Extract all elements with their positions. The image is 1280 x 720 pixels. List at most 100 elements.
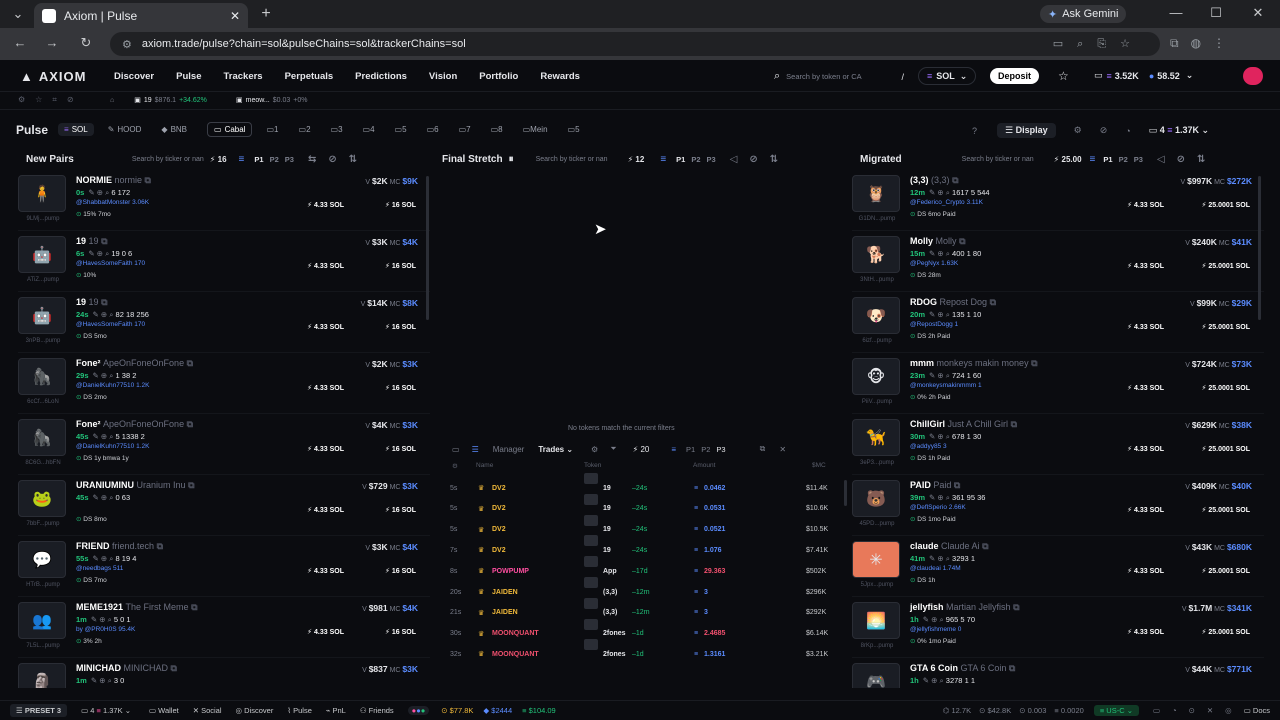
- filter-mein[interactable]: ▭ Mein: [517, 123, 554, 136]
- trade-token[interactable]: App: [603, 568, 617, 575]
- token-card[interactable]: 🤖 ATiZ...pump 19 19 ⧉ 6s ✎ ⊕ ⌕ 19 0 6 @HavesS…: [18, 231, 430, 292]
- trader-name[interactable]: MOONQUANT: [492, 630, 539, 637]
- quick-buy-button[interactable]: ⚡ 4.33 SOL: [1127, 506, 1164, 518]
- token-name[interactable]: NORMIE normie ⧉: [76, 175, 151, 186]
- nav-portfolio[interactable]: Portfolio: [479, 71, 518, 82]
- footer-discover[interactable]: ◎ Discover: [236, 706, 274, 715]
- token-image[interactable]: 🧍: [18, 175, 66, 212]
- trades-count[interactable]: ⚡ 20: [633, 445, 650, 454]
- quick-buy-2-button[interactable]: ⚡ 16 SOL: [385, 262, 416, 274]
- pause-icon[interactable]: ⏸: [509, 154, 514, 165]
- trade-token[interactable]: 19: [603, 485, 611, 492]
- page-p3[interactable]: P3: [285, 155, 294, 164]
- trader-name[interactable]: JAIDEN: [492, 609, 518, 616]
- token-card[interactable]: 🐸 7bbF...pump URANIUMINU Uranium Inu ⧉ 45s ✎…: [18, 475, 430, 536]
- token-image[interactable]: 🌅: [852, 602, 900, 639]
- quick-buy-2-button[interactable]: ⚡ 16 SOL: [385, 506, 416, 518]
- copy-icon[interactable]: ⧉: [157, 541, 163, 551]
- trade-row[interactable]: 5s ♛ DV2 19 – 24s ≡ 0.0462 $11.4K: [446, 473, 836, 498]
- preset-button[interactable]: ☰ PRESET 3: [10, 704, 68, 717]
- copy-icon[interactable]: ⧉: [954, 480, 960, 490]
- token-image[interactable]: 🎮: [852, 663, 900, 688]
- token-name[interactable]: claude Claude Ai ⧉: [910, 541, 989, 552]
- token-address[interactable]: 6cCf...6LoN: [18, 399, 68, 405]
- token-card[interactable]: 👥 7L5L...pump MEME1921 The First Meme ⧉ 1m ✎…: [18, 597, 430, 658]
- trade-token[interactable]: 2fones: [603, 630, 626, 637]
- watchlist-item-1[interactable]: ⌂ ▣ 19 $876.1 +34.62%: [110, 96, 207, 105]
- deposit-button[interactable]: Deposit: [990, 68, 1040, 84]
- token-name[interactable]: 19 19 ⧉: [76, 297, 108, 308]
- reload-icon[interactable]: ↻: [76, 35, 96, 51]
- social-icons[interactable]: ✎ ⊕ ⌕: [91, 615, 114, 624]
- token-card[interactable]: 🎮 GTA 6 Coin GTA 6 Coin ⧉ 1h ✎ ⊕ ⌕ 3278 1 1…: [852, 658, 1264, 688]
- social-icons[interactable]: ✎ ⊕ ⌕: [929, 310, 952, 319]
- trades-tab[interactable]: Trades ⌄: [538, 445, 573, 454]
- trade-token[interactable]: 19: [603, 505, 611, 512]
- token-address[interactable]: 9LMj...pump: [18, 216, 68, 222]
- token-card[interactable]: 🦍 8C6G...hbFN Fone² ApeOnFoneOnFone ⧉ 45s ✎ …: [18, 414, 430, 475]
- help-icon[interactable]: ?: [972, 126, 977, 136]
- quick-buy-2-button[interactable]: ⚡ 25.0001 SOL: [1201, 567, 1250, 579]
- token-image[interactable]: 🐸: [18, 480, 66, 517]
- token-card[interactable]: ✳ 5Jpx...pump claude Claude Ai ⧉ 41m ✎ ⊕ ⌕ 3…: [852, 536, 1264, 597]
- wallets-dropdown[interactable]: ▭ 4 ≡ 1.37K ⌄: [1149, 125, 1209, 136]
- quick-buy-button[interactable]: ⚡ 4.33 SOL: [1127, 567, 1164, 579]
- popout-icon[interactable]: ⧉: [760, 444, 766, 454]
- close-window-icon[interactable]: ✕: [1248, 5, 1268, 21]
- quick-buy-button[interactable]: ⚡ 4.33 SOL: [1127, 262, 1164, 274]
- list-icon[interactable]: ☰: [472, 445, 479, 454]
- token-image[interactable]: 🦍: [18, 419, 66, 456]
- copy-icon[interactable]: ⧉: [1013, 602, 1019, 612]
- nav-discover[interactable]: Discover: [114, 71, 154, 82]
- token-address[interactable]: 3nPB...pump: [18, 338, 68, 344]
- token-card[interactable]: 🐻 45PD...pump PAID Paid ⧉ 39m ✎ ⊕ ⌕ 361 95 3…: [852, 475, 1264, 536]
- token-name[interactable]: mmm monkeys makin money ⧉: [910, 358, 1038, 369]
- dev-handle[interactable]: by @PR0H0S 95.4K: [76, 626, 135, 633]
- trade-row[interactable]: 5s ♛ DV2 19 – 24s ≡ 0.0521 $10.5K: [446, 514, 836, 540]
- column-search[interactable]: Search by ticker or nan: [132, 156, 204, 163]
- token-image[interactable]: 🗿: [18, 663, 66, 688]
- chain-chip-sol[interactable]: ≡ SOL: [58, 123, 94, 136]
- watchlist-tool-icons[interactable]: ⚙☆⌗⊘: [18, 95, 84, 105]
- nav-trackers[interactable]: Trackers: [224, 71, 263, 82]
- token-address[interactable]: ATiZ...pump: [18, 277, 68, 283]
- copy-icon[interactable]: ⧉: [1011, 419, 1017, 429]
- quick-buy-2-button[interactable]: ⚡ 25.0001 SOL: [1201, 201, 1250, 213]
- token-card[interactable]: 🦮 3eP3...pump ChillGirl Just A Chill Girl …: [852, 414, 1264, 475]
- copy-icon[interactable]: ⧉: [952, 175, 958, 185]
- quick-buy-button[interactable]: ⚡ 4.33 SOL: [307, 506, 344, 518]
- social-icons[interactable]: ✎ ⊕ ⌕: [93, 493, 116, 502]
- quick-buy-button[interactable]: ⚡ 4.33 SOL: [1127, 384, 1164, 396]
- trade-token[interactable]: 19: [603, 526, 611, 533]
- trade-row[interactable]: 21s ♛ JAIDEN (3,3) – 12m ≡ 3 $292K: [446, 597, 836, 623]
- docs-link[interactable]: ▭ Docs: [1244, 706, 1270, 715]
- page-p2[interactable]: P2: [1119, 155, 1128, 164]
- token-name[interactable]: (3,3) (3,3) ⧉: [910, 175, 959, 186]
- quick-buy-2-button[interactable]: ⚡ 16 SOL: [385, 384, 416, 396]
- trade-row[interactable]: 7s ♛ DV2 19 – 24s ≡ 1.076 $7.41K: [446, 535, 836, 560]
- cabal-button[interactable]: ▭ Cabal: [207, 122, 253, 137]
- token-image[interactable]: 🐻: [852, 480, 900, 517]
- copy-icon[interactable]: ⧉: [101, 297, 107, 307]
- token-card[interactable]: 🐵 PiiV...pump mmm monkeys makin money ⧉ 23m…: [852, 353, 1264, 414]
- trade-token[interactable]: 19: [603, 547, 611, 554]
- column-tool-icons[interactable]: ⇆⊘⇅: [308, 154, 369, 165]
- footer-pulse[interactable]: ⌇ Pulse: [287, 706, 312, 715]
- page-p3[interactable]: P3: [1134, 155, 1143, 164]
- footer-social[interactable]: ✕ Social: [193, 706, 222, 715]
- star-icon[interactable]: ☆: [1058, 69, 1069, 83]
- copy-icon[interactable]: ⧉: [959, 236, 965, 246]
- filter-3[interactable]: ▭ 3: [325, 123, 349, 136]
- token-name[interactable]: MEME1921 The First Meme ⧉: [76, 602, 198, 613]
- filter-icon[interactable]: ⏷: [610, 444, 616, 454]
- copy-icon[interactable]: ⧉: [1009, 663, 1015, 673]
- tab-list-icon[interactable]: ⌄: [8, 6, 28, 22]
- quick-buy-button[interactable]: ⚡ 4.33 SOL: [1127, 628, 1164, 640]
- quick-buy-button[interactable]: ⚡ 4.33 SOL: [307, 384, 344, 396]
- quick-buy-2-button[interactable]: ⚡ 25.0001 SOL: [1201, 262, 1250, 274]
- social-icons[interactable]: ✎ ⊕ ⌕: [93, 554, 116, 563]
- filter-1[interactable]: ▭ 1: [260, 123, 284, 136]
- social-icons[interactable]: ✎ ⊕ ⌕: [929, 371, 952, 380]
- column-count[interactable]: ⚡ 16: [210, 155, 227, 164]
- social-icons[interactable]: ✎ ⊕ ⌕: [929, 432, 952, 441]
